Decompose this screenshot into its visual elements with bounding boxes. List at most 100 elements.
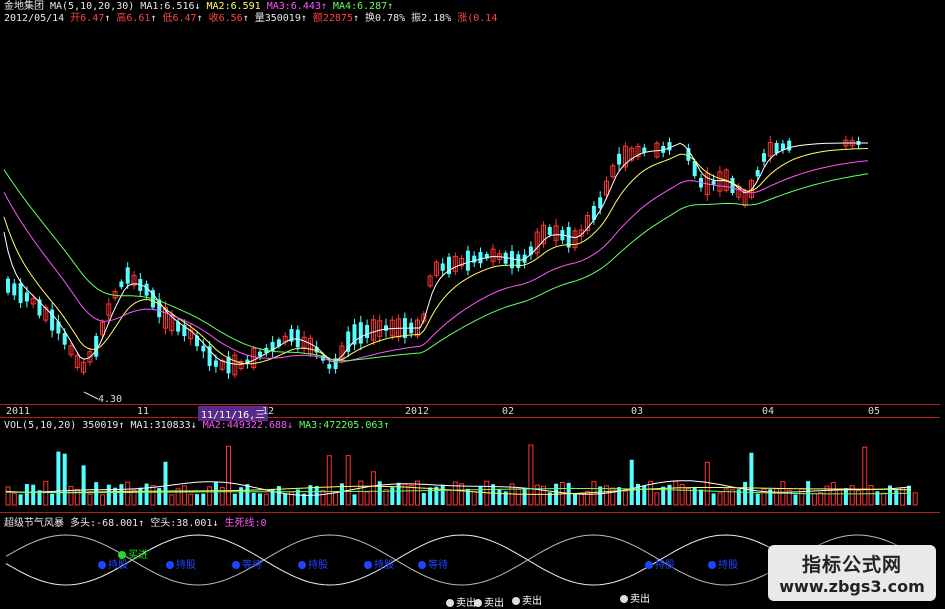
vol-value: 350019↑: [82, 420, 125, 431]
volume-bar-down: [396, 482, 401, 505]
signal-sell-3: 卖出: [512, 592, 542, 607]
axis-divider: [0, 417, 940, 418]
volume-bar-down: [617, 487, 622, 505]
volume-bar-down: [201, 493, 206, 505]
volume-bar-up: [226, 445, 231, 506]
volume-bar-up: [811, 493, 817, 506]
indicator-short: 空头:38.001↓: [150, 518, 219, 529]
signal-hold-2: 持股: [166, 556, 196, 571]
volume-bar-up: [654, 492, 660, 506]
volume-bar-down: [573, 493, 577, 505]
volume-bar-down: [440, 484, 445, 505]
cursor-date-label: 11/11/16,三: [198, 406, 269, 421]
volume-bar-up: [515, 488, 521, 506]
volume-bar-up: [856, 490, 861, 506]
volume-bar-down: [598, 486, 603, 505]
wait-dot-icon: [232, 561, 240, 569]
volume-bar-down: [62, 453, 67, 505]
volume-bar-up: [471, 491, 477, 506]
volume-bar-up: [591, 481, 597, 506]
volume-bar-up: [370, 471, 376, 506]
candle-down: [365, 324, 370, 338]
volume-bar-up: [881, 492, 887, 506]
volume-bar-up: [774, 488, 780, 506]
volume-bar-down: [906, 485, 911, 505]
volume-bar-up: [181, 485, 187, 506]
volume-bar-down: [245, 484, 250, 505]
volume-bar-down: [390, 487, 395, 505]
indicator-line: 生死线:0: [224, 518, 267, 529]
volume-bar-down: [352, 494, 357, 505]
price-volume-divider: [0, 404, 940, 405]
hold-dot-icon: [364, 561, 372, 569]
axis-label-2011: 2011: [6, 406, 31, 417]
volume-bar-up: [383, 489, 389, 506]
volume-bar-down: [138, 487, 143, 505]
volume-bar-up: [11, 492, 17, 506]
watermark-url: www.zbgs3.com: [779, 577, 925, 596]
volume-bar-up: [87, 493, 93, 506]
candle-down: [94, 335, 99, 357]
candle-down: [667, 142, 672, 151]
volume-bar-up: [5, 486, 11, 506]
candle-down: [384, 325, 388, 331]
sell-dot-icon: [474, 599, 482, 607]
low-marker-leader: [83, 391, 99, 400]
candle-down: [24, 292, 29, 302]
volume-bar-up: [263, 493, 269, 506]
hold-dot-icon: [98, 561, 106, 569]
volume-bar-down: [421, 493, 426, 505]
indicator-long: 多头:-68.001↑: [70, 518, 145, 529]
volume-bar-up: [150, 485, 156, 506]
volume-header: VOL(5,10,20) 350019↑ MA1:310833↓ MA2:449…: [4, 420, 389, 431]
volume-bar-down: [232, 493, 237, 505]
volume-bar-up: [207, 486, 213, 506]
volume-bar-up: [320, 489, 326, 506]
wait-dot-icon: [418, 561, 426, 569]
volume-bar-down: [806, 481, 811, 505]
volume-bar-up: [862, 446, 868, 506]
candle-down: [547, 227, 552, 235]
volume-bar-down: [50, 493, 55, 505]
volume-bar-down: [119, 484, 124, 505]
volume-bar-down: [749, 452, 754, 505]
candle-down: [762, 153, 766, 162]
signal-wait-2: 等待: [418, 556, 448, 571]
volume-bar-down: [497, 489, 502, 505]
candle-down: [358, 322, 363, 344]
volume-bar-up: [459, 483, 465, 506]
ma5-line: [3, 142, 868, 365]
volume-bar-up: [818, 492, 824, 506]
volume-bar-up: [345, 455, 351, 506]
hold-dot-icon: [298, 561, 306, 569]
volume-bar-up: [622, 490, 628, 506]
volume-bar-up: [528, 444, 534, 506]
volume-bar-down: [642, 485, 647, 505]
axis-label-04: 04: [762, 406, 775, 417]
volume-bar-down: [793, 494, 798, 505]
vol-ma3: MA3:472205.063↑: [299, 420, 390, 431]
volume-bar-up: [717, 492, 723, 506]
candle-down: [711, 180, 716, 185]
vol-label: VOL(5,10,20): [4, 420, 77, 431]
volume-bar-down: [94, 482, 99, 505]
volume-bar-up: [534, 484, 540, 506]
candle-down: [18, 283, 23, 304]
signal-hold-1: 持股: [98, 556, 128, 571]
signal-hold-5: 持股: [645, 556, 675, 571]
candle-down: [617, 153, 622, 165]
signal-sell-4: 卖出: [620, 590, 650, 605]
volume-bar-down: [743, 481, 748, 505]
candle-down: [787, 140, 792, 151]
indicator-header: 超级节气风暴 多头:-68.001↑ 空头:38.001↓ 生死线:0: [4, 514, 267, 529]
hold-dot-icon: [645, 561, 653, 569]
candle-down: [478, 252, 483, 264]
low-price-marker: 4.30: [98, 394, 123, 405]
volume-bar-up: [358, 480, 364, 506]
volume-bar-up: [333, 492, 339, 506]
volume-bar-up: [169, 494, 175, 506]
volume-bar-down: [755, 493, 760, 505]
volume-bar-up: [446, 489, 452, 506]
axis-label-02: 02: [502, 406, 515, 417]
volume-bar-up: [868, 485, 874, 506]
